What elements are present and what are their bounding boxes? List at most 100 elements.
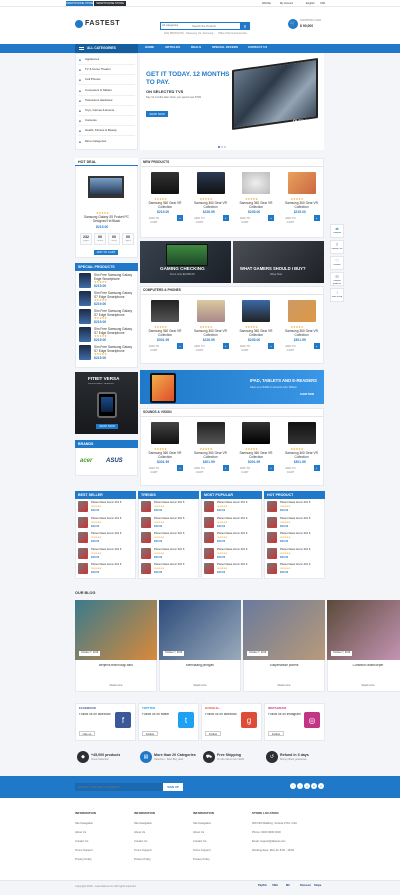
footer-link[interactable]: Privacy Policy <box>75 858 131 861</box>
footer-link[interactable]: About Us <box>193 831 249 834</box>
blog-read-more[interactable]: Read more <box>243 684 325 687</box>
product-image[interactable] <box>287 172 316 194</box>
nav-articles[interactable]: ARTICLES <box>165 46 180 50</box>
nav-contact[interactable]: CONTACT US <box>248 46 267 50</box>
footer-link[interactable]: About Us <box>75 831 131 834</box>
list-product-image[interactable] <box>141 563 151 574</box>
search-category-select[interactable]: All categories <box>162 24 190 27</box>
category-item[interactable]: Televisions Hardware <box>85 99 135 102</box>
list-product-image[interactable] <box>267 563 277 574</box>
list-product-name[interactable]: Planet Glass Arenc 201 6 <box>154 563 197 566</box>
footer-link[interactable]: Site Navigation <box>75 822 131 825</box>
list-product-name[interactable]: Planet Glass Arenc 201 6 <box>91 501 134 504</box>
footer-social-icon[interactable]: f <box>290 783 296 789</box>
add-to-cart-button[interactable]: ADD TO CART <box>190 344 209 352</box>
cart-icon[interactable]: + <box>313 465 320 471</box>
list-product-name[interactable]: Planet Glass Arenc 201 6 <box>91 517 134 520</box>
social-follow-button[interactable]: Like us <box>79 731 95 736</box>
list-product-image[interactable] <box>78 563 88 574</box>
product-image[interactable] <box>287 300 316 322</box>
social-follow-button[interactable]: Follow <box>142 731 158 736</box>
list-product-image[interactable] <box>204 547 214 559</box>
add-to-cart-button[interactable]: ADD TO CART <box>236 344 254 352</box>
search-icon[interactable]: ⚲ <box>240 22 250 30</box>
product-image[interactable] <box>196 422 225 444</box>
footer-link[interactable]: Contact Us <box>193 840 249 843</box>
special-product-image[interactable] <box>79 273 91 288</box>
footer-social-icon[interactable]: in <box>311 783 317 789</box>
list-product-image[interactable] <box>78 501 88 512</box>
social-follow-button[interactable]: Follow <box>268 731 284 736</box>
footer-link[interactable]: Terms Support <box>75 849 131 852</box>
search-input[interactable] <box>192 23 238 29</box>
category-item[interactable]: TV & Home Theater <box>85 68 135 71</box>
cart-icon[interactable]: + <box>313 215 320 221</box>
wishlist-link[interactable]: Wishlist <box>262 2 271 5</box>
product-name[interactable]: Samsung 360 Gear VR Collection <box>234 329 278 337</box>
list-product-name[interactable]: Planet Glass Arenc 201 6 <box>154 517 197 520</box>
blog-read-more[interactable]: Read more <box>159 684 241 687</box>
footer-link[interactable]: Email: support@fastest.com <box>252 840 308 843</box>
special-product-image[interactable] <box>79 327 91 342</box>
cart-icon[interactable]: 🛒 <box>288 19 298 29</box>
list-product-image[interactable] <box>141 532 151 543</box>
add-to-cart-button[interactable]: ADD TO CART <box>145 344 163 352</box>
footer-link[interactable]: About Us <box>134 831 190 834</box>
list-product-image[interactable] <box>78 532 88 543</box>
footer-social-icon[interactable]: t <box>297 783 303 789</box>
product-image[interactable] <box>151 422 179 444</box>
logo-icon[interactable] <box>75 20 83 28</box>
list-product-name[interactable]: Planet Glass Arenc 201 6 <box>91 548 134 551</box>
product-name[interactable]: Samsung 360 Gear VR Collection <box>234 451 278 459</box>
hero-shop-button[interactable]: SHOP NOW <box>146 111 168 117</box>
currency-select[interactable]: USD <box>320 2 325 5</box>
list-product-name[interactable]: Planet Glass Arenc 201 6 <box>217 548 260 551</box>
product-image[interactable] <box>151 172 179 194</box>
list-product-name[interactable]: Planet Glass Arenc 201 6 <box>154 532 197 535</box>
add-to-cart-button[interactable]: ADD TO CART <box>145 466 163 474</box>
cart-icon[interactable]: + <box>222 215 229 221</box>
list-product-image[interactable] <box>141 501 151 512</box>
newsletter-signup-button[interactable]: SIGN UP <box>163 783 183 791</box>
product-name[interactable]: Samsung 360 Gear VR Collection <box>189 201 233 209</box>
footer-link[interactable]: Phone: 0000 0000 0000 <box>252 831 308 834</box>
newsletter-email-input[interactable] <box>75 783 163 791</box>
product-name[interactable]: Samsung 360 Gear VR Collection <box>234 201 278 209</box>
cart-icon[interactable]: + <box>222 465 229 471</box>
special-product-image[interactable] <box>79 291 91 306</box>
list-product-image[interactable] <box>267 532 277 543</box>
product-image[interactable] <box>242 422 270 444</box>
language-select[interactable]: English <box>306 2 315 5</box>
special-product-image[interactable] <box>79 309 91 324</box>
footer-link[interactable]: Site Navigation <box>134 822 190 825</box>
category-item[interactable]: Toys, Games & Events <box>85 109 135 112</box>
category-item[interactable]: More Categories <box>85 140 135 143</box>
cart-icon[interactable]: + <box>268 465 274 471</box>
ipad-banner-link[interactable]: SHOP NOW <box>300 393 314 396</box>
nav-home[interactable]: HOME <box>145 46 154 50</box>
list-product-name[interactable]: Planet Glass Arenc 201 6 <box>217 517 260 520</box>
special-product-image[interactable] <box>79 345 91 360</box>
footer-link[interactable]: Terms Support <box>193 849 249 852</box>
blog-post-title[interactable]: Memasang jaringan <box>159 664 241 668</box>
store-tab-1[interactable]: SMARTPHONE STORE <box>66 1 93 6</box>
cart-icon[interactable]: + <box>268 343 274 349</box>
list-product-image[interactable] <box>204 516 214 528</box>
footer-social-icon[interactable]: g <box>304 783 310 789</box>
footer-link[interactable]: Privacy Policy <box>193 858 249 861</box>
product-image[interactable] <box>242 300 270 322</box>
cart-icon[interactable]: + <box>222 343 229 349</box>
blog-read-more[interactable]: Read more <box>327 684 400 687</box>
nav-deals[interactable]: DEALS <box>191 46 201 50</box>
blog-post-title[interactable]: Suspendisse potenti <box>243 664 325 668</box>
footer-link[interactable]: Site Navigation <box>193 822 249 825</box>
list-product-image[interactable] <box>141 547 151 559</box>
footer-social-icon[interactable]: p <box>318 783 324 789</box>
cart-amount[interactable]: $ 90,000 <box>300 24 313 28</box>
add-to-cart-button[interactable]: ADD TO CART <box>236 466 254 474</box>
list-product-name[interactable]: Planet Glass Arenc 201 6 <box>280 532 323 535</box>
footer-link[interactable]: Contact Us <box>75 840 131 843</box>
list-product-name[interactable]: Planet Glass Arenc 201 6 <box>217 501 260 504</box>
cart-icon[interactable]: + <box>268 215 274 221</box>
footer-link[interactable]: Contact Us <box>134 840 190 843</box>
